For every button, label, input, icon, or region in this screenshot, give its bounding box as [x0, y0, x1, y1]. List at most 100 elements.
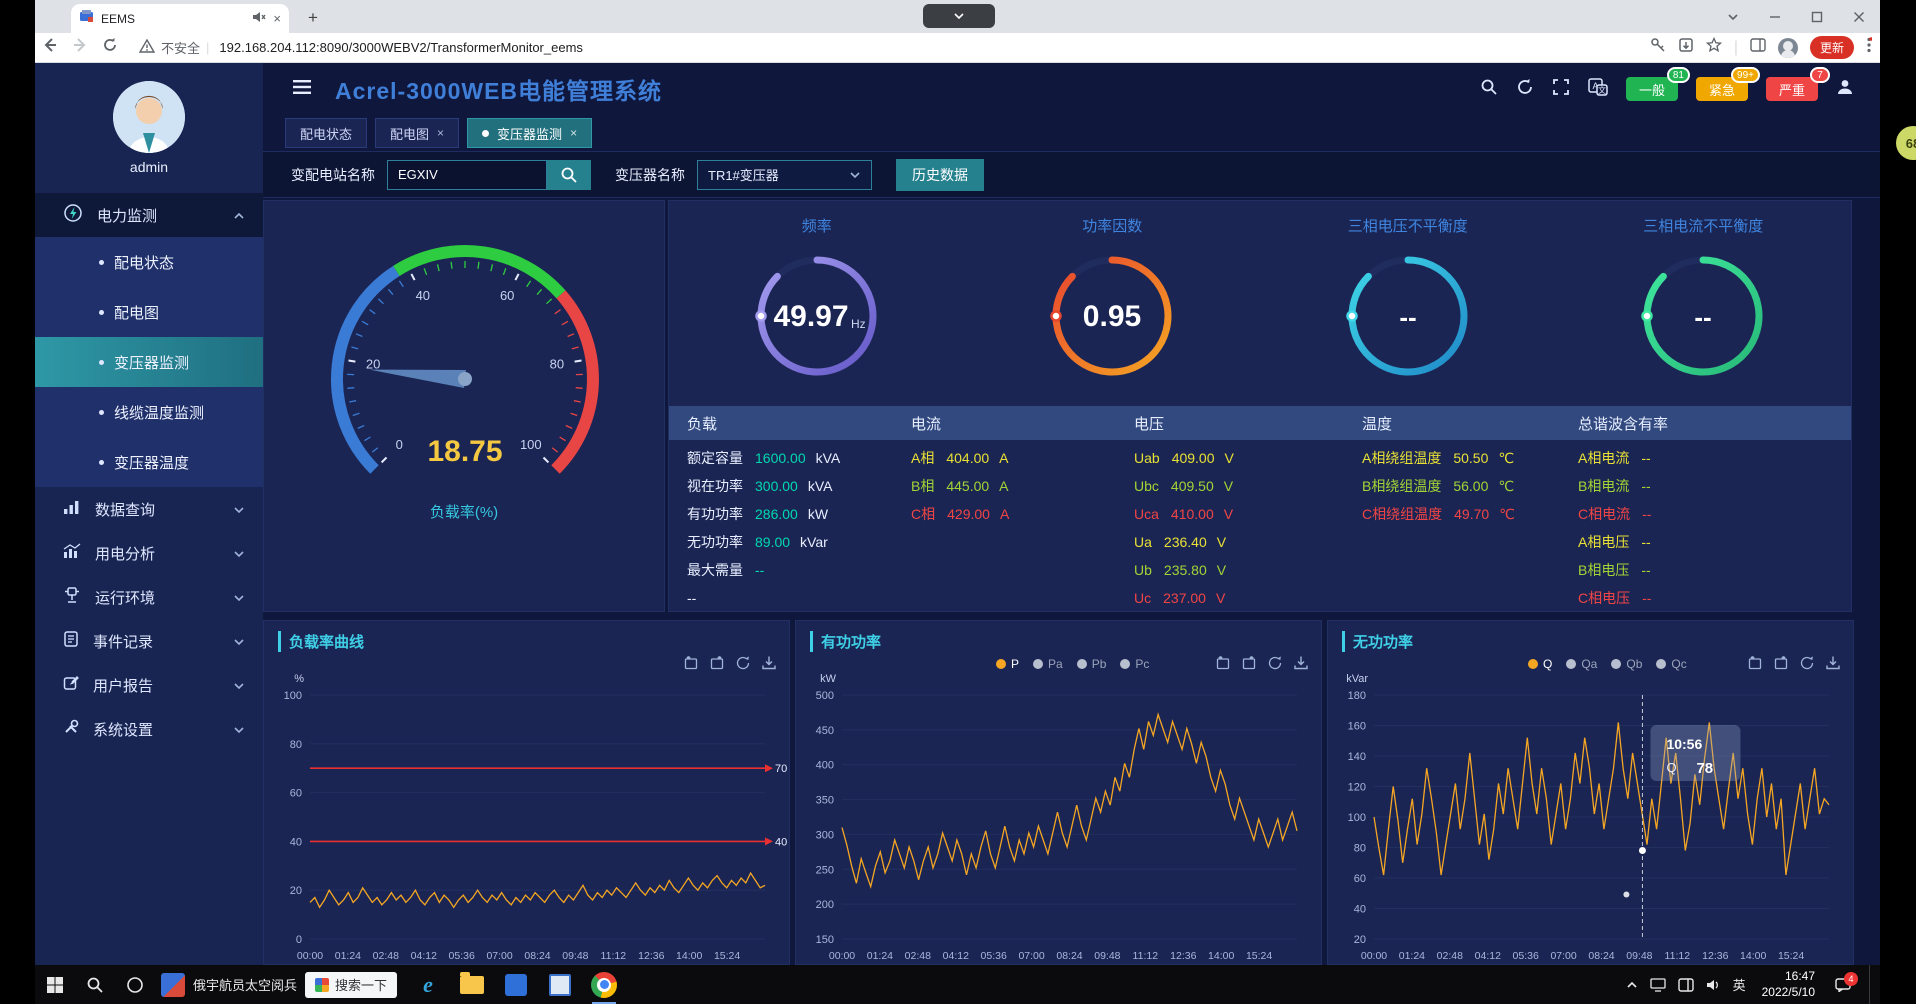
svg-text:20: 20 — [1354, 934, 1366, 946]
tab-search-icon[interactable] — [1712, 0, 1754, 33]
metric-label: B相电压 — [1578, 560, 1629, 580]
taskbar-app-ie[interactable]: e — [413, 965, 443, 1004]
tray-expand-icon[interactable] — [1626, 981, 1638, 989]
news-widget[interactable]: 俄宇航员太空阅兵搜索一下 — [161, 972, 397, 998]
metric-label: B相电流 — [1578, 476, 1629, 496]
widget-search-button[interactable]: 搜索一下 — [305, 972, 397, 998]
side-panel-icon[interactable] — [1750, 38, 1766, 57]
usage-analysis-icon — [63, 543, 81, 563]
user-icon[interactable] — [1836, 78, 1854, 101]
kebab-menu-icon[interactable] — [1866, 37, 1872, 58]
station-input[interactable]: EGXIV — [387, 160, 547, 190]
install-icon[interactable] — [1678, 37, 1694, 58]
key-icon[interactable] — [1650, 37, 1666, 58]
sidebar-subitem-2[interactable]: 变压器监测 — [35, 337, 263, 387]
metric-value: 286.00 — [755, 506, 798, 522]
table-row: 额定容量1600.00kVA — [669, 444, 893, 472]
reload-icon[interactable] — [95, 37, 125, 58]
transformer-value: TR1#变压器 — [708, 165, 849, 184]
forward-icon[interactable] — [65, 37, 95, 58]
sidebar-item-label: 用户报告 — [93, 675, 219, 696]
sidebar-subitem-4[interactable]: 变压器温度 — [35, 437, 263, 487]
sidebar-subitem-label: 变压器监测 — [114, 352, 189, 373]
taskbar-app-1[interactable] — [501, 965, 531, 1004]
station-search-button[interactable] — [547, 160, 591, 190]
sidebar-item-4[interactable]: 事件记录 — [35, 619, 263, 663]
new-tab-button[interactable]: + — [301, 7, 325, 31]
translate-icon[interactable]: A文 — [1588, 78, 1608, 101]
chart-plot[interactable]: 020406080100%00:0001:2402:4804:1205:3607… — [264, 669, 791, 965]
close-icon[interactable] — [1838, 0, 1880, 33]
table-row: 无功功率89.00kVar — [669, 528, 893, 556]
sidebar-item-label: 运行环境 — [95, 587, 219, 608]
sidebar-item-6[interactable]: 系统设置 — [35, 707, 263, 751]
url-text[interactable]: 192.168.204.112:8090/3000WEBV2/Transform… — [219, 40, 1649, 55]
minimize-icon[interactable] — [1754, 0, 1796, 33]
notification-icon[interactable]: 4 — [1835, 978, 1851, 992]
table-row: Uca410.00V — [1116, 500, 1344, 528]
tray-speaker-icon[interactable] — [1706, 979, 1721, 991]
ring-gauge-0: 频率49.97Hz — [669, 201, 965, 406]
start-button[interactable] — [35, 965, 75, 1004]
search-icon[interactable] — [1480, 78, 1498, 101]
tab-close-icon[interactable]: × — [437, 126, 444, 140]
news-text: 俄宇航员太空阅兵 — [193, 975, 297, 994]
sidebar-item-5[interactable]: 用户报告 — [35, 663, 263, 707]
sidebar-subitem-1[interactable]: 配电图 — [35, 287, 263, 337]
chevron-down-icon — [849, 167, 861, 182]
svg-text:12:36: 12:36 — [1702, 950, 1728, 962]
alarm-button-1[interactable]: 紧急99+ — [1696, 77, 1748, 101]
chart-plot[interactable]: 20406080100120140160180kVar00:0001:2402:… — [1328, 669, 1855, 965]
refresh-icon[interactable] — [1516, 78, 1534, 101]
taskbar-search-icon[interactable] — [75, 965, 115, 1004]
bookmark-star-icon[interactable] — [1706, 37, 1722, 58]
media-control-button[interactable] — [923, 4, 995, 28]
hamburger-icon[interactable] — [293, 79, 313, 100]
taskbar-app-explorer[interactable] — [457, 965, 487, 1004]
metric-label: Uc — [1134, 590, 1151, 606]
alarm-button-2[interactable]: 严重7 — [1766, 77, 1818, 101]
taskbar-app-chrome[interactable] — [589, 965, 619, 1004]
maximize-icon[interactable] — [1796, 0, 1838, 33]
tray-panel-icon[interactable] — [1678, 978, 1694, 992]
browser-tab[interactable]: EEMS × — [71, 4, 289, 33]
tab-close-icon[interactable]: × — [570, 126, 577, 140]
sidebar-subitem-label: 变压器温度 — [114, 452, 189, 473]
bullet-icon — [99, 360, 104, 365]
sidebar-subitem-3[interactable]: 线缆温度监测 — [35, 387, 263, 437]
taskbar-app-2[interactable] — [545, 965, 575, 1004]
cortana-icon[interactable] — [115, 965, 155, 1004]
page-tab-0[interactable]: 配电状态 — [285, 118, 367, 148]
sidebar-item-2[interactable]: 用电分析 — [35, 531, 263, 575]
table-row: 视在功率300.00kVA — [669, 472, 893, 500]
chart-plot[interactable]: 150200250300350400450500kW00:0001:2402:4… — [796, 669, 1323, 965]
tab-close-icon[interactable]: × — [273, 11, 281, 26]
edge-overlay-badge[interactable]: 68 — [1896, 126, 1916, 160]
history-data-button[interactable]: 历史数据 — [896, 159, 984, 191]
ime-language-indicator[interactable]: 英 — [1733, 975, 1746, 994]
sidebar-item-1[interactable]: 数据查询 — [35, 487, 263, 531]
alarm-button-0[interactable]: 一般81 — [1626, 77, 1678, 101]
profile-avatar[interactable] — [1778, 38, 1798, 58]
sidebar-subitem-label: 配电状态 — [114, 252, 174, 273]
bullet-icon — [99, 410, 104, 415]
user-avatar[interactable] — [113, 81, 185, 153]
taskbar-clock[interactable]: 16:472022/5/10 — [1762, 969, 1815, 1000]
transformer-select[interactable]: TR1#变压器 — [697, 160, 872, 190]
svg-text:10:56: 10:56 — [1666, 736, 1702, 752]
update-button[interactable]: 更新 — [1810, 36, 1854, 59]
fullscreen-icon[interactable] — [1552, 78, 1570, 101]
sidebar-subitem-0[interactable]: 配电状态 — [35, 237, 263, 287]
page-tab-2[interactable]: 变压器监测× — [467, 118, 592, 148]
metric-unit: ℃ — [1498, 478, 1514, 495]
back-icon[interactable] — [35, 37, 65, 58]
page-tab-1[interactable]: 配电图× — [375, 118, 459, 148]
sidebar-item-0[interactable]: 电力监测 — [35, 193, 263, 237]
speaker-muted-icon[interactable] — [252, 10, 266, 28]
sidebar-item-3[interactable]: 运行环境 — [35, 575, 263, 619]
security-chip[interactable]: 不安全 | — [139, 38, 209, 57]
svg-text:450: 450 — [816, 725, 834, 737]
tray-monitor-icon[interactable] — [1650, 978, 1666, 992]
main-area: Acrel-3000WEB电能管理系统 A文一般81紧急99+严重7 配电状态配… — [263, 63, 1880, 965]
show-desktop-button[interactable] — [1869, 965, 1874, 1004]
